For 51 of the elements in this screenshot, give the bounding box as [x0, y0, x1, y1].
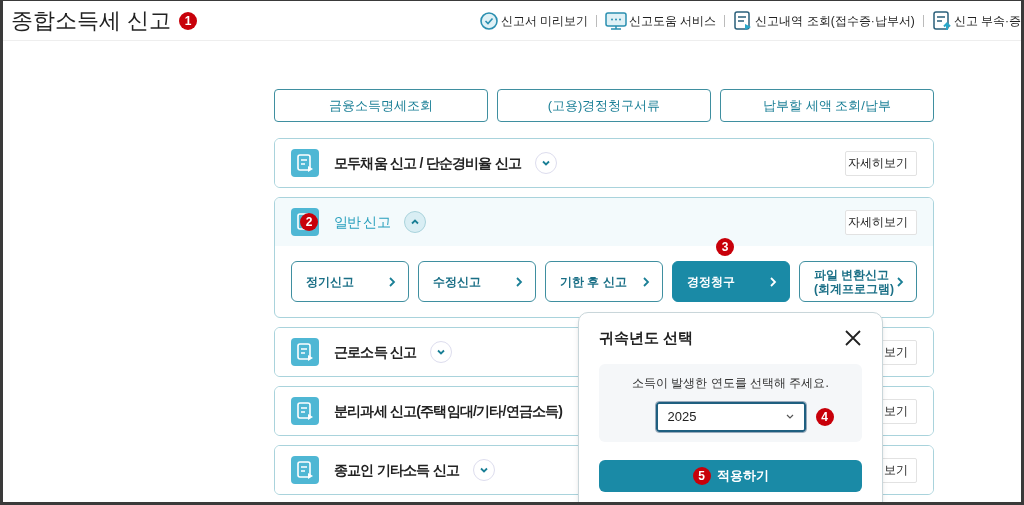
report-option[interactable]: 기한 후 신고	[545, 261, 663, 302]
document-upload-icon	[931, 10, 952, 31]
chevron-right-icon	[388, 275, 396, 288]
card-title: 일반 신고	[334, 212, 390, 232]
report-option[interactable]: 정기신고	[291, 261, 409, 302]
step-marker: 4	[815, 407, 834, 426]
chevron-right-icon	[896, 275, 904, 288]
close-icon	[844, 329, 862, 348]
chevron-down-icon	[436, 347, 447, 357]
chevron-right-icon	[642, 275, 650, 288]
prompt-text: 소득이 발생한 연도를 선택해 주세요.	[632, 374, 829, 392]
magnifier-check-icon	[478, 10, 499, 31]
dialog-title: 귀속년도 선택	[599, 328, 694, 348]
step-marker: 3	[716, 238, 735, 256]
step-marker: 1	[179, 11, 198, 30]
card-title: 종교인 기타소득 신고	[334, 460, 459, 480]
document-icon	[291, 456, 319, 484]
chevron-down-icon	[541, 158, 552, 168]
expand-button[interactable]	[430, 341, 453, 363]
quick-button[interactable]: 금융소득명세조회	[274, 89, 488, 122]
report-option[interactable]: 경정청구	[672, 261, 790, 302]
expand-button[interactable]	[535, 152, 558, 174]
card-title: 모두채움 신고 / 단순경비율 신고	[334, 153, 522, 173]
header-link[interactable]: 신고서 미리보기	[478, 10, 588, 31]
document-icon	[291, 149, 319, 177]
document-icon	[291, 338, 319, 366]
caret-icon	[785, 413, 794, 420]
document-icon	[291, 397, 319, 425]
chevron-right-icon	[515, 275, 523, 288]
chevron-up-icon	[409, 217, 420, 227]
close-button[interactable]	[844, 329, 862, 348]
step-marker: 5	[692, 466, 711, 485]
collapse-button[interactable]	[403, 211, 426, 233]
quick-button[interactable]: 납부할 세액 조회/납부	[720, 89, 934, 122]
year-select[interactable]: 2025	[655, 401, 806, 432]
quick-button[interactable]: (고용)경정청구서류	[497, 89, 711, 122]
report-option[interactable]: 파일 변환신고 (회계프로그램)	[799, 261, 917, 302]
chevron-down-icon	[479, 465, 489, 475]
card-title: 근로소득 신고	[334, 342, 417, 362]
apply-button[interactable]: 5 적용하기	[599, 459, 862, 492]
expand-button[interactable]	[473, 459, 495, 481]
details-button[interactable]: 자세히보기	[845, 209, 917, 235]
report-option[interactable]: 수정신고	[418, 261, 536, 302]
card-title: 분리과세 신고(주택임대/기타/연금소득)	[334, 401, 563, 421]
header-link[interactable]: 신고 부속·증	[931, 10, 1021, 31]
header-link[interactable]: 신고도움 서비스	[605, 10, 717, 31]
monitor-icon	[605, 10, 627, 31]
header-link[interactable]: 신고내역 조회(접수증·납부서)	[733, 10, 915, 31]
page-title: 종합소득세 신고	[11, 7, 172, 35]
details-button[interactable]: 자세히보기	[845, 150, 917, 176]
chevron-right-icon	[769, 275, 777, 288]
